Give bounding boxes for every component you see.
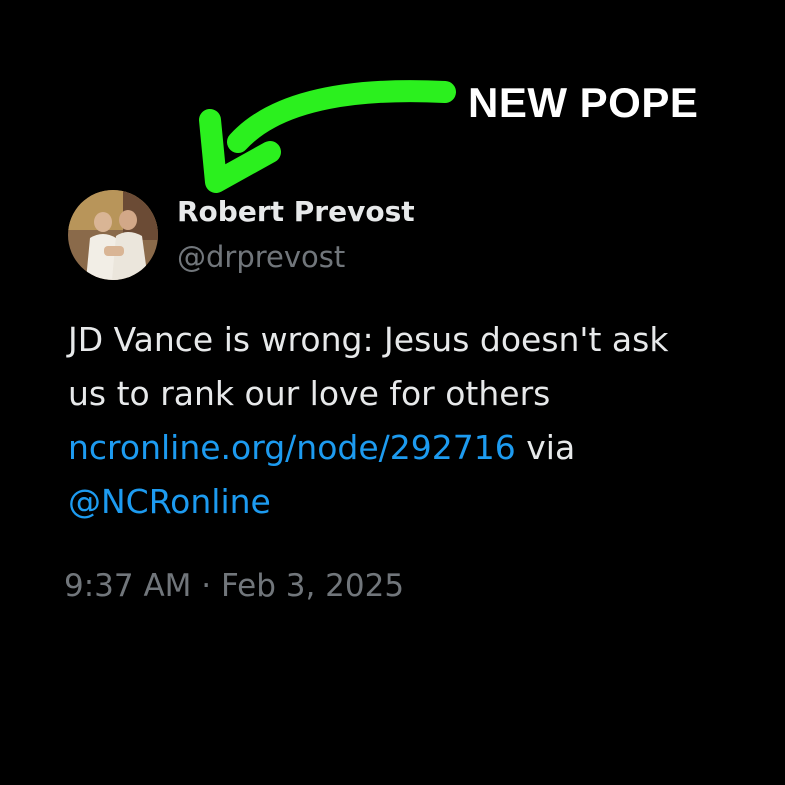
tweet-text: JD Vance is wrong: Jesus doesn't ask us …	[68, 313, 758, 529]
timestamp-separator: ·	[191, 568, 221, 604]
annotation-label: NEW POPE	[468, 79, 699, 126]
via-text: via	[515, 428, 576, 467]
avatar[interactable]	[68, 190, 158, 280]
tweet-timestamp[interactable]: 9:37 AM · Feb 3, 2025	[64, 566, 404, 606]
timestamp-time: 9:37 AM	[64, 568, 192, 604]
timestamp-date: Feb 3, 2025	[220, 568, 405, 604]
green-arrow-icon	[199, 80, 456, 193]
tweet-text-line-4: @NCRonline	[68, 475, 758, 529]
article-link[interactable]: ncronline.org/node/292716	[68, 428, 516, 467]
mention-link[interactable]: @NCRonline	[68, 482, 271, 521]
tweet-text-line-2: us to rank our love for others	[68, 374, 551, 413]
tweet-text-line-3: ncronline.org/node/292716 via	[68, 421, 758, 475]
profile-photo-icon	[68, 190, 158, 280]
author-display-name[interactable]: Robert Prevost	[177, 194, 415, 230]
author-handle[interactable]: @drprevost	[177, 239, 345, 275]
tweet-text-line-1: JD Vance is wrong: Jesus doesn't ask	[68, 320, 669, 359]
